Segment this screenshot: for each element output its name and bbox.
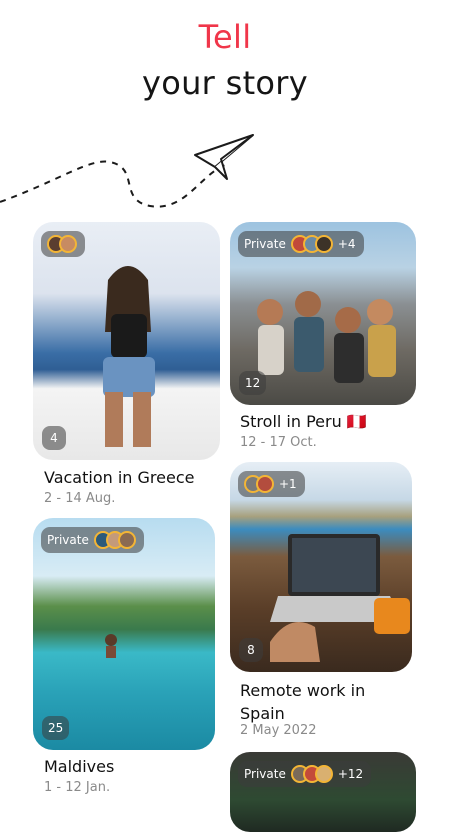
paper-plane-icon [194,134,254,180]
story-card-maldives[interactable]: Private 25 [33,518,215,750]
avatar [314,235,333,253]
story-title[interactable]: Stroll in Peru 🇵🇪 [240,412,367,431]
privacy-label: Private [47,533,89,547]
story-title-line: Remote work in [240,681,366,700]
hero-title: your story [141,64,308,102]
story-title-text: Stroll in Peru [240,412,342,431]
photo-count-badge: 8 [239,638,263,662]
privacy-label: Private [244,237,286,251]
privacy-badge[interactable]: Private +12 [238,761,372,787]
story-date: 2 May 2022 [240,723,317,738]
story-date: 12 - 17 Oct. [240,435,317,450]
story-card-partial[interactable]: Private +12 [230,752,416,832]
flight-path-decoration [0,134,254,208]
hero-title-accent: Tell [198,18,252,56]
story-card-spain[interactable]: +1 8 [230,462,412,672]
story-title-line: Spain [240,704,285,723]
story-date: 1 - 12 Jan. [44,780,111,795]
story-card-greece[interactable]: 4 [33,222,220,460]
collaborators-badge[interactable] [41,231,85,257]
story-card-peru[interactable]: Private +4 12 [230,222,416,405]
flag-icon: 🇵🇪 [346,412,367,431]
avatar [256,475,274,493]
extra-count: +12 [337,767,364,781]
story-title[interactable]: Maldives [44,757,114,776]
avatar [117,531,136,549]
photo-count-badge: 4 [42,426,66,450]
story-title[interactable]: Vacation in Greece [44,468,194,487]
avatar [314,765,333,783]
privacy-badge[interactable]: Private +4 [238,231,364,257]
avatar [59,235,77,253]
person-illustration [103,266,155,447]
story-title[interactable]: Remote work in Spain [240,679,365,725]
extra-count: +1 [279,477,297,491]
collaborators-badge[interactable]: +1 [238,471,305,497]
photo-count-badge: 25 [42,716,70,740]
story-date: 2 - 14 Aug. [44,491,116,506]
privacy-label: Private [244,767,286,781]
photo-count-badge: 12 [239,371,267,395]
extra-count: +4 [337,237,356,251]
privacy-badge[interactable]: Private [41,527,144,553]
